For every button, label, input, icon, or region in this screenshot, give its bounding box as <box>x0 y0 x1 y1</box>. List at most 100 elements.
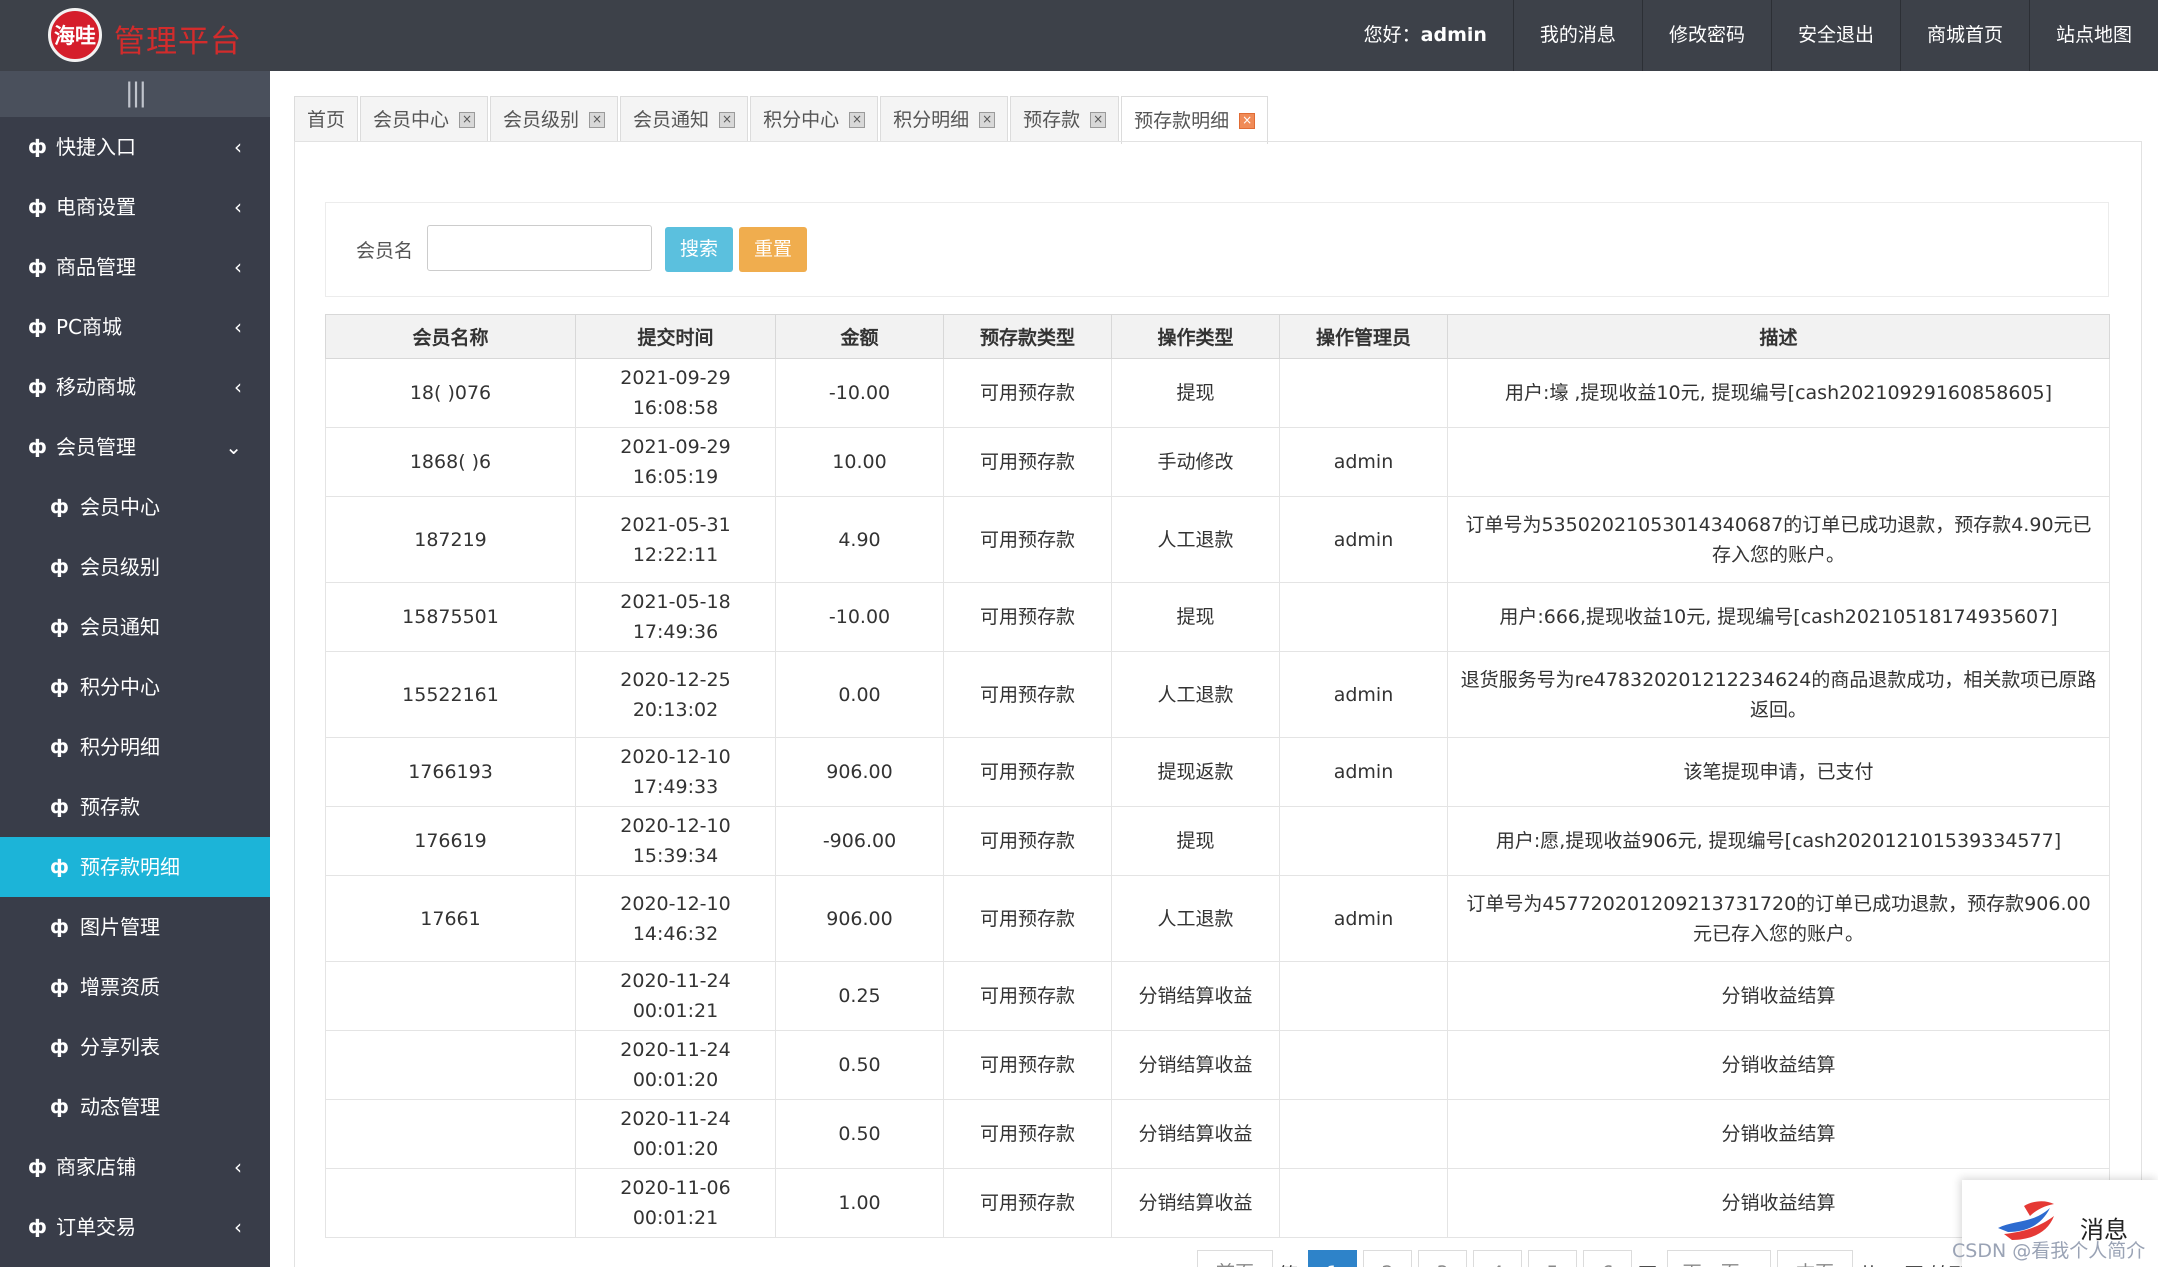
sidebar-item[interactable]: ф 快捷入口 ‹ <box>0 117 270 177</box>
table-cell: 可用预存款 <box>943 737 1112 807</box>
table-cell: 订单号为5350202105301434068​7的订单已成功退款，预存款4.9… <box>1447 496 2110 583</box>
column-header: 描述 <box>1447 314 2110 359</box>
sidebar-item[interactable]: ф 动态管理 <box>0 1077 270 1137</box>
sidebar-item-label: 动态管理 <box>80 1095 160 1119</box>
page-number-button[interactable]: 6 <box>1583 1250 1633 1267</box>
sidebar-item-label: 积分中心 <box>80 675 160 699</box>
sidebar-item-label: 电商设置 <box>56 195 136 219</box>
table-cell: 分销收益结算 <box>1447 961 2110 1031</box>
table-cell <box>1279 806 1448 876</box>
table-cell: 906.00 <box>775 737 944 807</box>
tab[interactable]: 会员通知 × <box>620 96 749 142</box>
sidebar-item[interactable]: ф 图片管理 <box>0 897 270 957</box>
table-cell: 可用预存款 <box>943 427 1112 497</box>
table-cell <box>1447 427 2110 497</box>
sidebar-item[interactable]: ф 会员通知 <box>0 597 270 657</box>
sidebar-item[interactable]: ф 商品管理 ‹ <box>0 237 270 297</box>
table-cell: admin <box>1279 427 1448 497</box>
page-number-button[interactable]: 5 <box>1528 1250 1578 1267</box>
table-cell: admin <box>1279 737 1448 807</box>
sidebar-item[interactable]: ф PC商城 ‹ <box>0 297 270 357</box>
table-cell: 提现 <box>1111 582 1280 652</box>
close-icon[interactable]: × <box>979 111 996 128</box>
tab[interactable]: 预存款 × <box>1010 96 1120 142</box>
member-name-input[interactable] <box>427 225 652 271</box>
table-cell: 可用预存款 <box>943 875 1112 962</box>
sidebar-item[interactable]: ф 移动商城 ‹ <box>0 357 270 417</box>
sidebar-item[interactable]: ф 电商设置 ‹ <box>0 177 270 237</box>
table-cell: 2021-05-18 17:49:36 <box>575 582 776 652</box>
table-cell: -10.00 <box>775 582 944 652</box>
page-number-button[interactable]: 4 <box>1473 1250 1523 1267</box>
top-nav-item[interactable]: 我的消息 <box>1512 0 1642 71</box>
sidebar-item[interactable]: ф 预存款 <box>0 777 270 837</box>
top-nav-item[interactable]: 商城首页 <box>1899 0 2029 71</box>
table-row: 17661 2020-12-10 14:46:32 906.00 可用预存款 人工退款 a… <box>325 875 2110 962</box>
site-logo[interactable]: 海哇 <box>48 8 102 62</box>
first-page-button[interactable]: 首页 <box>1197 1250 1273 1267</box>
column-header: 金额 <box>775 314 944 359</box>
column-header: 预存款类型 <box>943 314 1112 359</box>
search-button[interactable]: 搜索 <box>665 227 733 272</box>
column-header: 会员名称 <box>325 314 576 359</box>
tab[interactable]: 会员中心 × <box>360 96 489 142</box>
sidebar-item[interactable]: ф 订单交易 ‹ <box>0 1197 270 1257</box>
tab[interactable]: 积分中心 × <box>750 96 879 142</box>
tab[interactable]: 积分明细 × <box>880 96 1009 142</box>
sidebar-toggle-button[interactable]: ||| <box>0 71 270 117</box>
page-number-button[interactable]: 3 <box>1418 1250 1468 1267</box>
tab-label: 预存款 <box>1023 108 1081 131</box>
total-suffix: 页 转到 <box>1905 1264 1968 1267</box>
close-icon[interactable]: × <box>589 111 606 128</box>
sidebar-item[interactable]: ф 商家店铺 ‹ <box>0 1137 270 1197</box>
page-number-button[interactable]: 1 <box>1308 1250 1358 1267</box>
menu-hook-icon: ф <box>28 1216 47 1238</box>
tab-label: 积分中心 <box>763 108 840 131</box>
close-icon[interactable]: × <box>1090 111 1107 128</box>
sidebar-item[interactable]: ф 增票资质 <box>0 957 270 1017</box>
sidebar-item[interactable]: ф 积分中心 <box>0 657 270 717</box>
table-row: 18( )076 2021-09-29 16:08:58 -10.00 可用预存款 提现… <box>325 358 2110 428</box>
close-icon[interactable]: × <box>849 111 866 128</box>
chevron-left-icon: ‹ <box>234 375 242 399</box>
table-cell: 2020-11-24 00:01:20 <box>575 1099 776 1169</box>
table-cell: 分销结算收益 <box>1111 961 1280 1031</box>
last-page-button[interactable]: 末页 <box>1777 1250 1854 1267</box>
next-page-button[interactable]: 下一页> <box>1667 1250 1772 1267</box>
reset-button[interactable]: 重置 <box>739 227 807 272</box>
page-number-button[interactable]: 2 <box>1363 1250 1413 1267</box>
table-cell: 退货服务号为re478320201212234624的商品退款成功，相关款项已原… <box>1447 651 2110 738</box>
table-cell: 订单号为457720201209213731720的订单已成功退款，预存款906… <box>1447 875 2110 962</box>
sidebar-item[interactable]: ф 会员中心 <box>0 477 270 537</box>
table-cell: admin <box>1279 651 1448 738</box>
close-icon[interactable]: × <box>719 111 736 128</box>
table-cell: 2020-12-10 15:39:34 <box>575 806 776 876</box>
table-cell: 4.90 <box>775 496 944 583</box>
sidebar-item[interactable]: ф 分享列表 <box>0 1017 270 1077</box>
top-nav-item[interactable]: 修改密码 <box>1641 0 1771 71</box>
sidebar-item[interactable]: ф 预存款明细 <box>0 837 270 897</box>
close-icon[interactable]: × <box>1239 112 1256 129</box>
username: admin <box>1420 24 1487 46</box>
sidebar: ||| ф 快捷入口 ‹ ф 电商设置 ‹ ф 商品管理 ‹ ф PC商城 ‹ ф 移动商城 ‹ ф 会员管理 ⌄… <box>0 71 270 1267</box>
top-nav-item[interactable]: 安全退出 <box>1770 0 1900 71</box>
menu-hook-icon: ф <box>28 376 47 398</box>
table-cell: 提现返款 <box>1111 737 1280 807</box>
tab[interactable]: 预存款明细 × <box>1121 96 1269 144</box>
tab[interactable]: 首页 <box>294 96 359 142</box>
table-cell: 0.00 <box>775 651 944 738</box>
menu-hook-icon: ф <box>50 736 69 758</box>
close-icon[interactable]: × <box>459 111 476 128</box>
table-cell: 可用预存款 <box>943 651 1112 738</box>
table-cell <box>1279 358 1448 428</box>
table-cell: 2021-09-29 16:08:58 <box>575 358 776 428</box>
sidebar-item[interactable]: ф 会员管理 ⌄ <box>0 417 270 477</box>
sidebar-item-label: 商品管理 <box>56 255 136 279</box>
sidebar-item[interactable]: ф 会员级别 <box>0 537 270 597</box>
tab[interactable]: 会员级别 × <box>490 96 619 142</box>
table-cell: 用户:壕 ,提现收益10元, 提现编号[cash2021092916085860… <box>1447 358 2110 428</box>
sidebar-item[interactable]: ф 积分明细 <box>0 717 270 777</box>
top-nav-item[interactable]: 您好：admin <box>1338 0 1513 71</box>
top-nav-item[interactable]: 站点地图 <box>2028 0 2158 71</box>
table-cell: 2020-12-25 20:13:02 <box>575 651 776 738</box>
